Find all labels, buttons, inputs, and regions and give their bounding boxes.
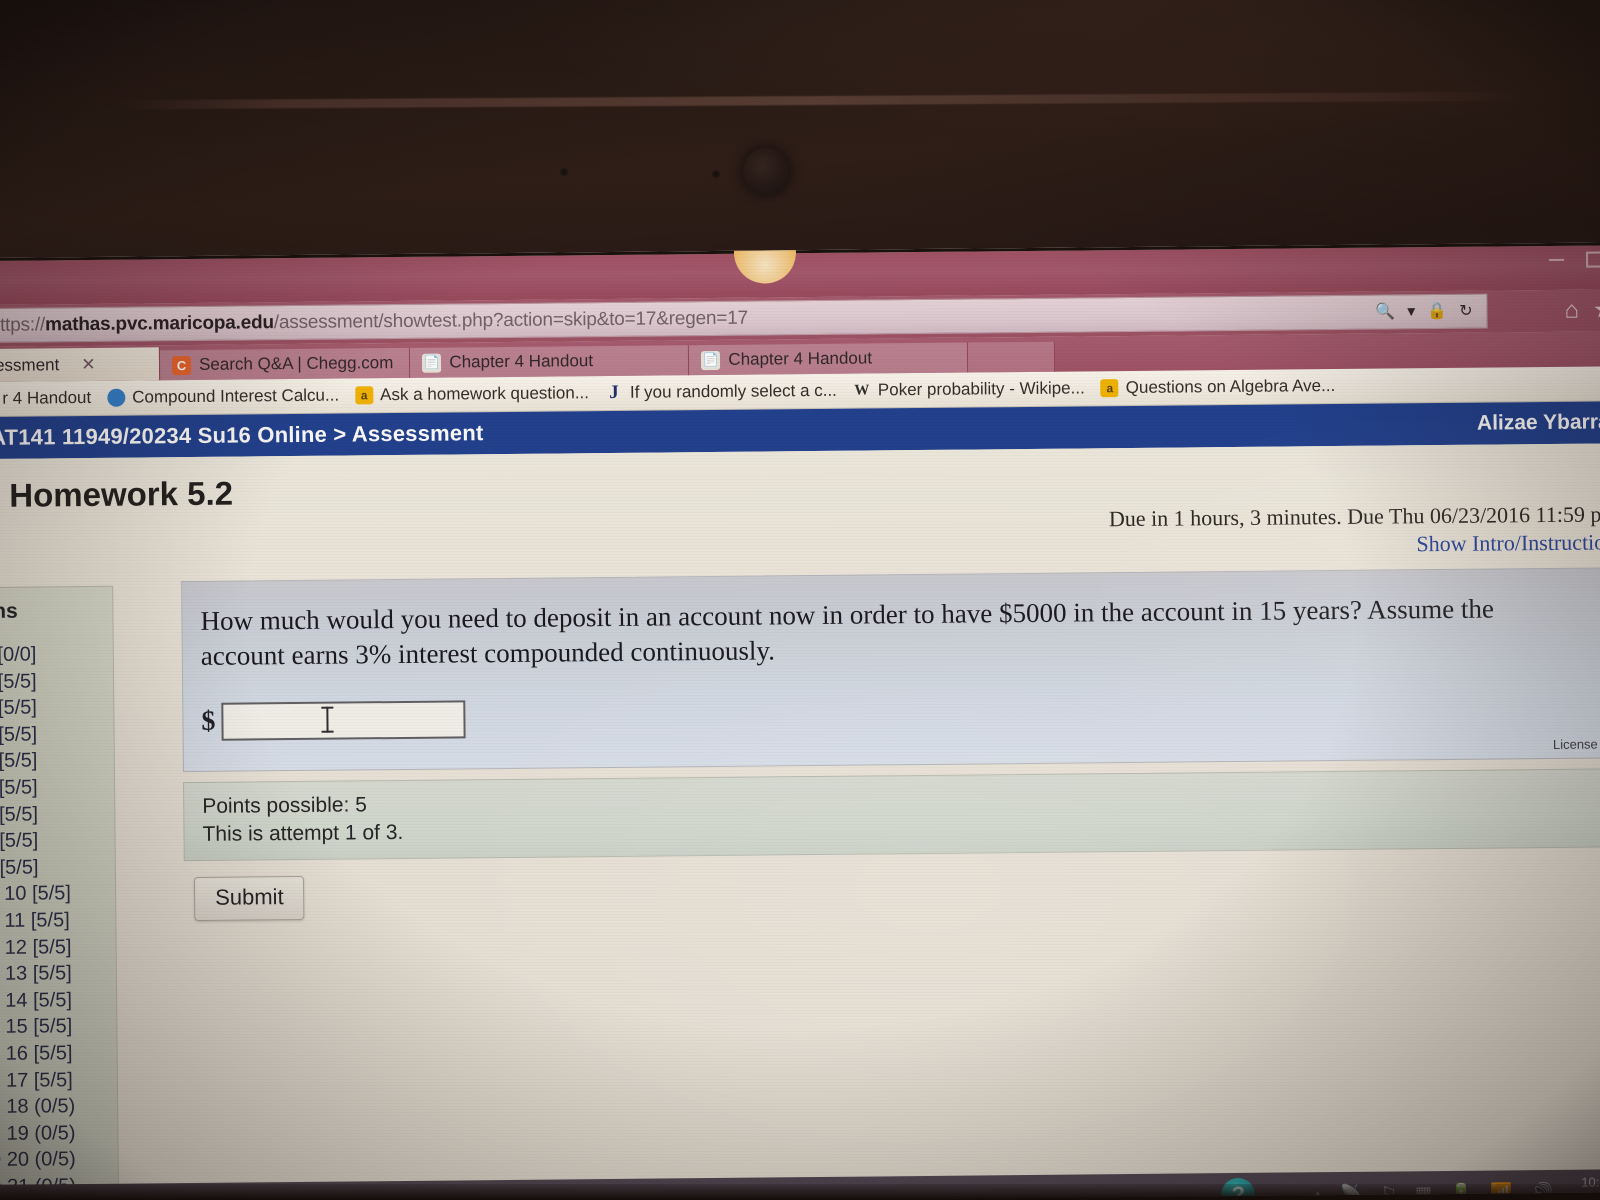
- assessment-page: & Homework 5.2 Due in 1 hours, 3 minutes…: [0, 443, 1600, 1200]
- laptop-photo: https://mathas.pvc.maricopa.edu/assessme…: [0, 0, 1600, 1200]
- url-text: https://mathas.pvc.maricopa.edu/assessme…: [0, 307, 748, 336]
- tab-label: Chapter 4 Handout: [449, 351, 594, 372]
- address-bar-icons: 🔍 ▾ 🔒 ↻: [1375, 301, 1472, 322]
- sidebar-item-q20[interactable]: Q 20 (0/5): [0, 1146, 118, 1174]
- sidebar-item-q15[interactable]: Q 15 [5/5]: [0, 1013, 117, 1041]
- question-text: How much would you need to deposit in an…: [200, 593, 1495, 671]
- sidebar-item-q18[interactable]: Q 18 (0/5): [0, 1093, 117, 1121]
- sidebar-item-q1[interactable]: 1 [0/0]: [0, 641, 113, 669]
- sidebar-item-q5[interactable]: 5 [5/5]: [0, 747, 114, 775]
- webcam-icon: [743, 148, 789, 194]
- bookmark-poker-probability-wikipedia[interactable]: W Poker probability - Wikipe...: [853, 378, 1085, 400]
- bookmark-compound-interest-calculator[interactable]: Compound Interest Calcu...: [107, 386, 339, 408]
- blue-globe-icon: [107, 388, 126, 407]
- url-host: mathas.pvc.maricopa.edu: [44, 311, 274, 335]
- tab-chegg[interactable]: C Search Q&A | Chegg.com: [159, 347, 411, 381]
- bookmark-chapter-4-handout[interactable]: 📄 r 4 Handout: [0, 388, 91, 409]
- pdf-icon: 📄: [701, 350, 721, 370]
- home-icon[interactable]: ⌂: [1564, 296, 1579, 324]
- sidebar-item-q2[interactable]: 2 [5/5]: [0, 667, 113, 695]
- tab-label: essment: [0, 354, 60, 375]
- close-icon[interactable]: ✕: [81, 354, 95, 374]
- window-controls[interactable]: [1549, 251, 1600, 268]
- username-label: Alizae Ybarra: [1476, 410, 1600, 435]
- yahoo-answers-icon: a: [1100, 379, 1119, 398]
- tab-label: Chapter 4 Handout: [728, 348, 873, 369]
- restore-button[interactable]: [1586, 251, 1600, 268]
- chevron-down-icon[interactable]: ▾: [1407, 301, 1415, 321]
- sidebar-item-q17[interactable]: Q 17 [5/5]: [0, 1066, 117, 1094]
- bookmark-label: Ask a homework question...: [380, 383, 590, 405]
- wikipedia-w-icon: W: [854, 381, 870, 399]
- microphone-icon: [712, 170, 720, 178]
- tab-label: Search Q&A | Chegg.com: [198, 353, 394, 374]
- bookmark-if-you-randomly-select[interactable]: J If you randomly select a c...: [605, 381, 837, 403]
- answer-row: $: [201, 690, 1585, 741]
- sidebar-item-q16[interactable]: Q 16 [5/5]: [0, 1040, 117, 1068]
- sidebar-item-q19[interactable]: Q 19 (0/5): [0, 1119, 118, 1147]
- tab-assessment[interactable]: essment ✕: [0, 347, 161, 382]
- url-scheme: https://: [0, 313, 46, 336]
- bookmark-label: Questions on Algebra Ave...: [1125, 376, 1336, 398]
- laptop-screen: https://mathas.pvc.maricopa.edu/assessme…: [0, 242, 1600, 1200]
- search-icon[interactable]: 🔍: [1375, 301, 1395, 321]
- bookmark-questions-on-algebra[interactable]: a Questions on Algebra Ave...: [1100, 376, 1336, 398]
- bookmark-ask-a-homework-question[interactable]: a Ask a homework question...: [355, 383, 589, 405]
- question-panel: How much would you need to deposit in an…: [181, 567, 1600, 773]
- sidebar-item-q8[interactable]: 8 [5/5]: [0, 827, 115, 855]
- yahoo-answers-icon: a: [355, 386, 374, 405]
- show-intro-instructions-link[interactable]: Show Intro/Instructions: [1416, 529, 1600, 557]
- pdf-icon: 📄: [422, 353, 442, 373]
- sidebar-item-q14[interactable]: Q 14 [5/5]: [0, 986, 116, 1014]
- currency-symbol: $: [201, 705, 216, 738]
- sidebar-item-q9[interactable]: 9 [5/5]: [0, 854, 115, 882]
- sidebar-heading: ons: [0, 599, 18, 624]
- question-list-sidebar: ons 1 [0/0] 2 [5/5] 3 [5/5] 4 [5/5] 5 [5…: [0, 585, 120, 1200]
- bezel-glow: [0, 0, 1600, 272]
- url-path: /assessment/showtest.php?action=skip&to=…: [273, 307, 749, 333]
- browser-toolbar-icons: ⌂ ★: [1564, 295, 1600, 324]
- bookmark-label: r 4 Handout: [2, 387, 92, 408]
- sidebar-item-q7[interactable]: 7 [5/5]: [0, 800, 114, 828]
- sidebar-item-q6[interactable]: 6 [5/5]: [0, 774, 114, 802]
- jiskha-j-icon: J: [609, 381, 619, 403]
- tab-chapter-4-handout-1[interactable]: 📄 Chapter 4 Handout: [410, 345, 690, 378]
- sidebar-item-q4[interactable]: 4 [5/5]: [0, 721, 114, 749]
- favorites-star-icon[interactable]: ★: [1593, 295, 1600, 324]
- due-date-text: Due in 1 hours, 3 minutes. Due Thu 06/23…: [1108, 501, 1600, 532]
- new-tab-button[interactable]: [968, 341, 1056, 373]
- refresh-icon[interactable]: ↻: [1459, 301, 1473, 321]
- minimize-button[interactable]: [1549, 258, 1565, 261]
- microphone-icon: [560, 168, 568, 176]
- sidebar-item-q10[interactable]: Q 10 [5/5]: [0, 880, 115, 908]
- license-link[interactable]: License: [1553, 737, 1598, 752]
- sidebar-item-q12[interactable]: Q 12 [5/5]: [0, 933, 116, 961]
- points-panel: Points possible: 5 This is attempt 1 of …: [183, 768, 1600, 862]
- chegg-icon: C: [171, 355, 192, 375]
- laptop-bezel: [0, 0, 1600, 272]
- bookmark-label: If you randomly select a c...: [629, 380, 837, 402]
- breadcrumb[interactable]: 1AT141 11949/20234 Su16 Online > Assessm…: [0, 420, 484, 451]
- submit-button[interactable]: Submit: [193, 875, 305, 921]
- answer-input[interactable]: [221, 700, 466, 741]
- sidebar-item-q13[interactable]: Q 13 [5/5]: [0, 960, 116, 988]
- lock-icon[interactable]: 🔒: [1427, 301, 1447, 321]
- sidebar-item-q11[interactable]: Q 11 [5/5]: [0, 907, 115, 935]
- sidebar-item-q3[interactable]: 3 [5/5]: [0, 694, 113, 722]
- photo-bottom-shadow: [0, 1184, 1600, 1200]
- bookmark-label: Poker probability - Wikipe...: [877, 378, 1085, 400]
- tab-chapter-4-handout-2[interactable]: 📄 Chapter 4 Handout: [689, 342, 969, 376]
- text-cursor-icon: [326, 706, 329, 733]
- bookmark-label: Compound Interest Calcu...: [132, 385, 340, 407]
